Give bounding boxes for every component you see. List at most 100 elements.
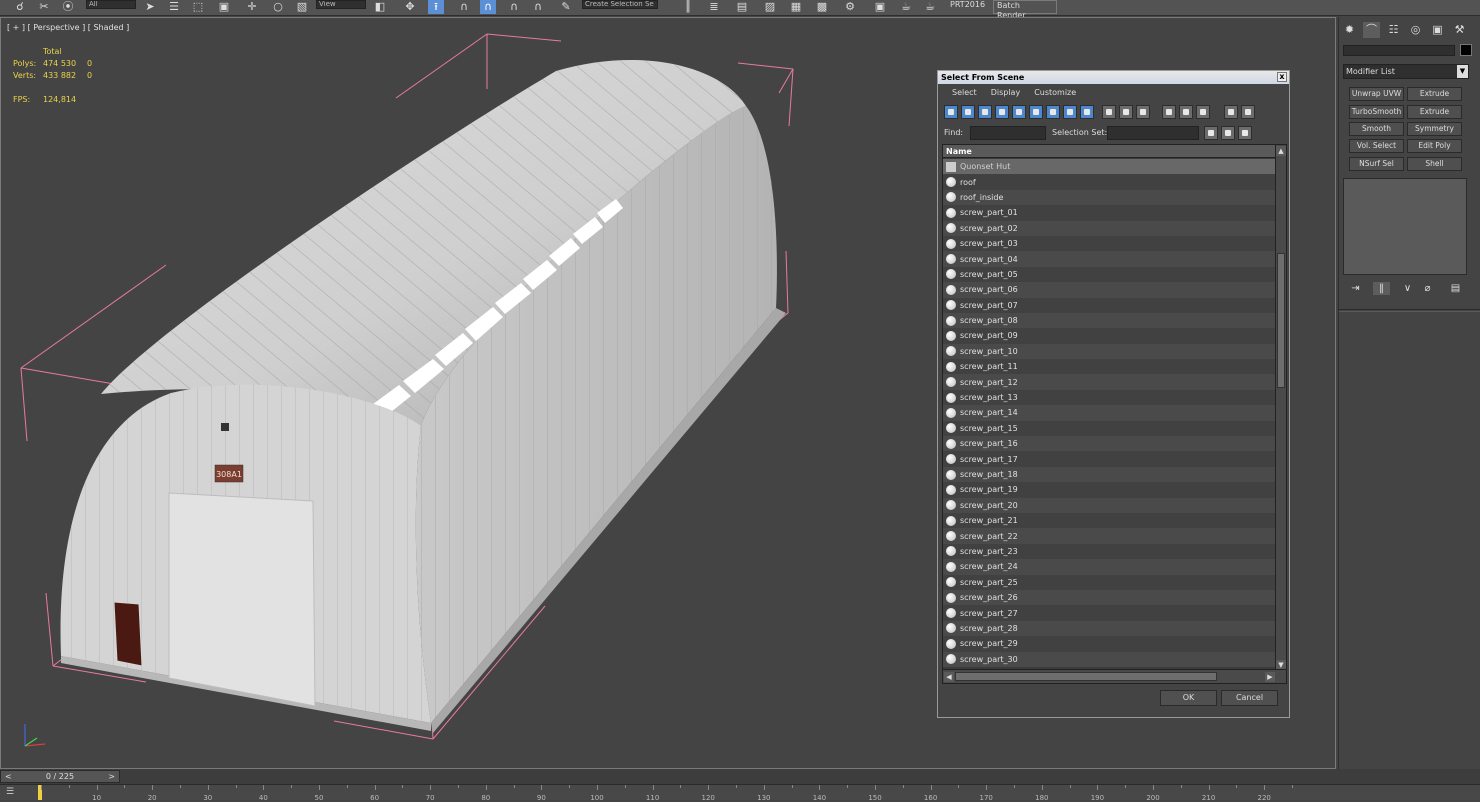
list-item[interactable]: screw_part_30 — [943, 651, 1277, 667]
angle-snap-icon[interactable]: ∩ — [480, 0, 496, 14]
bind-icon[interactable]: ⦿ — [60, 0, 76, 14]
scale-icon[interactable]: ▧ — [294, 0, 310, 14]
display-helpers-icon[interactable] — [1012, 105, 1026, 119]
extrude-button-2[interactable]: Extrude — [1407, 105, 1462, 119]
keyboard-shortcut-icon[interactable]: ⭱ — [428, 0, 444, 14]
render-icon[interactable]: ☕ — [922, 0, 938, 14]
list-item[interactable]: screw_part_14 — [943, 405, 1277, 421]
list-item[interactable]: screw_part_12 — [943, 374, 1277, 390]
list-item[interactable]: screw_part_06 — [943, 282, 1277, 298]
show-end-result-icon[interactable]: ‖ — [1373, 282, 1390, 295]
dialog-title-bar[interactable]: Select From Scene x — [938, 71, 1289, 84]
track-bar-menu-icon[interactable]: ☰ — [6, 787, 14, 797]
close-icon[interactable]: x — [1277, 72, 1287, 82]
object-color-swatch[interactable] — [1460, 44, 1472, 56]
vertical-scroll-thumb[interactable] — [1277, 253, 1285, 388]
mirror-icon[interactable]: ║ — [680, 0, 696, 14]
selset-remove-icon[interactable] — [1221, 126, 1235, 140]
make-unique-icon[interactable]: ∨ — [1399, 282, 1416, 295]
list-item[interactable]: screw_part_17 — [943, 451, 1277, 467]
time-slider[interactable]: < 0 / 225 > — [0, 770, 120, 783]
utilities-tab-icon[interactable]: ⚒ — [1451, 22, 1468, 38]
list-item[interactable]: screw_part_08 — [943, 312, 1277, 329]
list-item[interactable]: screw_part_25 — [943, 574, 1277, 590]
selset-edit-icon[interactable] — [1238, 126, 1252, 140]
named-selection-set-combo[interactable]: Create Selection Se — [582, 0, 658, 9]
filter-settings-icon[interactable] — [1241, 105, 1255, 119]
display-hidden-icon[interactable] — [1136, 105, 1150, 119]
hierarchy-tab-icon[interactable]: ☷ — [1385, 22, 1402, 38]
list-item[interactable]: screw_part_13 — [943, 389, 1277, 406]
modify-tab-icon[interactable]: ⌒ — [1363, 22, 1380, 38]
list-item[interactable]: screw_part_29 — [943, 636, 1277, 652]
display-tab-icon[interactable]: ▣ — [1429, 22, 1446, 38]
edit-poly-button[interactable]: Edit Poly — [1407, 139, 1462, 153]
render-setup-icon[interactable]: ⚙ — [842, 0, 858, 14]
selset-add-icon[interactable] — [1204, 126, 1218, 140]
select-icon[interactable]: ➤ — [142, 0, 158, 14]
display-groups-icon[interactable] — [1046, 105, 1060, 119]
nsurf-sel-button[interactable]: NSurf Sel — [1349, 157, 1404, 171]
list-item[interactable]: screw_part_23 — [943, 543, 1277, 560]
list-item[interactable]: screw_part_27 — [943, 605, 1277, 621]
scroll-right-icon[interactable]: ▶ — [1265, 672, 1275, 682]
vertical-scrollbar[interactable]: ▲ ▼ — [1275, 145, 1286, 671]
cancel-button[interactable]: Cancel — [1221, 690, 1278, 706]
horizontal-scrollbar[interactable]: ◀ ▶ — [943, 669, 1286, 683]
align-icon[interactable]: ≣ — [706, 0, 722, 14]
turbosmooth-button[interactable]: TurboSmooth — [1349, 105, 1404, 119]
list-item[interactable]: roof — [943, 174, 1277, 190]
unlink-icon[interactable]: ✂ — [36, 0, 52, 14]
link-icon[interactable]: ☌ — [12, 0, 28, 14]
vol-select-button[interactable]: Vol. Select — [1349, 139, 1404, 153]
list-item[interactable]: screw_part_16 — [943, 436, 1277, 452]
select-by-name-icon[interactable]: ☰ — [166, 0, 182, 14]
list-item[interactable]: screw_part_04 — [943, 251, 1277, 267]
viewport-label[interactable]: [ + ] [ Perspective ] [ Shaded ] — [7, 23, 129, 32]
display-spacewarps-icon[interactable] — [1029, 105, 1043, 119]
list-item[interactable]: screw_part_21 — [943, 512, 1277, 529]
display-all-icon[interactable] — [1162, 105, 1176, 119]
track-bar[interactable]: ☰ 10 20 30 40 50 60 70 80 90 100 110 120 130 140 150 16… — [0, 784, 1480, 802]
unwrap-uvw-button[interactable]: Unwrap UVW — [1349, 87, 1404, 101]
list-item[interactable]: screw_part_28 — [943, 620, 1277, 637]
display-bones-icon[interactable] — [1080, 105, 1094, 119]
time-next-icon[interactable]: > — [108, 771, 115, 782]
snap-3d-icon[interactable]: ∩ — [456, 0, 472, 14]
list-item[interactable]: screw_part_03 — [943, 235, 1277, 252]
list-item[interactable]: screw_part_02 — [943, 220, 1277, 236]
extrude-button[interactable]: Extrude — [1407, 87, 1462, 101]
percent-snap-icon[interactable]: ∩ — [506, 0, 522, 14]
select-manipulate-icon[interactable]: ✥ — [402, 0, 418, 14]
scene-object-list[interactable]: Name Quonset Hut roof roof_inside screw_par… — [942, 144, 1287, 684]
schematic-view-icon[interactable]: ▦ — [788, 0, 804, 14]
curve-editor-icon[interactable]: ▨ — [762, 0, 778, 14]
render-production-icon[interactable]: ☕ — [898, 0, 914, 14]
list-item[interactable]: screw_part_09 — [943, 328, 1277, 344]
spinner-snap-icon[interactable]: ∩ — [530, 0, 546, 14]
rotate-icon[interactable]: ○ — [270, 0, 286, 14]
display-containers-icon[interactable] — [1102, 105, 1116, 119]
selection-set-dropdown[interactable] — [1107, 126, 1199, 140]
menu-customize[interactable]: Customize — [1034, 88, 1076, 97]
display-geometry-icon[interactable] — [944, 105, 958, 119]
list-item[interactable]: screw_part_10 — [943, 343, 1277, 360]
display-cameras-icon[interactable] — [995, 105, 1009, 119]
smooth-button[interactable]: Smooth — [1349, 122, 1404, 136]
display-shapes-icon[interactable] — [961, 105, 975, 119]
list-item[interactable]: screw_part_20 — [943, 497, 1277, 513]
configure-modifier-sets-icon[interactable]: ▤ — [1447, 282, 1464, 295]
chevron-down-icon[interactable]: ▼ — [1457, 65, 1468, 78]
symmetry-button[interactable]: Symmetry — [1407, 122, 1462, 136]
list-item[interactable]: screw_part_15 — [943, 420, 1277, 437]
layer-icon[interactable]: ▤ — [734, 0, 750, 14]
motion-tab-icon[interactable]: ◎ — [1407, 22, 1424, 38]
display-invert-icon[interactable] — [1196, 105, 1210, 119]
ok-button[interactable]: OK — [1160, 690, 1217, 706]
prt-label[interactable]: PRT2016 — [950, 0, 985, 14]
list-item[interactable]: screw_part_22 — [943, 528, 1277, 544]
list-item[interactable]: screw_part_18 — [943, 466, 1277, 483]
filter-icon[interactable] — [1224, 105, 1238, 119]
menu-display[interactable]: Display — [991, 88, 1021, 97]
find-input[interactable] — [970, 126, 1046, 140]
